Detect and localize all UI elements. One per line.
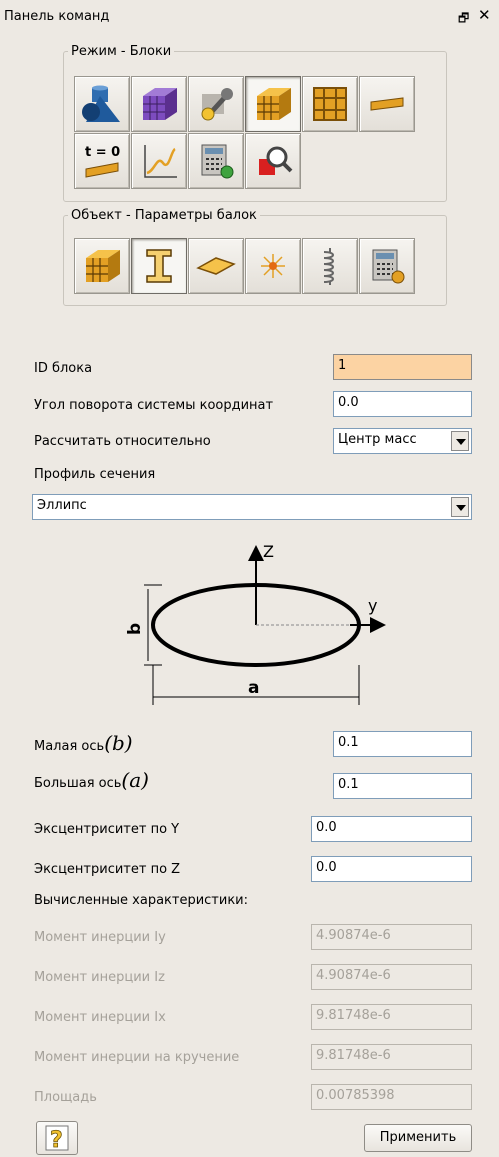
point-button[interactable] xyxy=(245,238,301,294)
svg-text:?: ? xyxy=(50,1128,63,1153)
blocks-cube-icon xyxy=(86,250,120,282)
apply-button[interactable]: Применить xyxy=(364,1124,472,1152)
blocks-cube-icon xyxy=(257,88,291,120)
ecc-z-label: Эксцентриситет по Z xyxy=(34,862,181,877)
major-axis-label: Большая ось(a) xyxy=(34,768,149,792)
minor-axis-field[interactable]: 0.1 xyxy=(333,731,472,757)
iz-field: 4.90874e-6 xyxy=(311,964,472,990)
relative-label: Рассчитать относительно xyxy=(34,434,211,449)
computed-heading: Вычисленные характеристики: xyxy=(34,893,249,908)
block-id-label: ID блока xyxy=(34,361,93,376)
minor-axis-math: (b) xyxy=(104,731,133,755)
major-axis-text: Большая ось xyxy=(34,776,122,791)
geometry-button[interactable] xyxy=(74,76,130,132)
i-beam-icon xyxy=(146,249,172,283)
curve-button[interactable] xyxy=(131,133,187,189)
spring-button[interactable] xyxy=(302,238,358,294)
major-axis-field[interactable]: 0.1 xyxy=(333,773,472,799)
beam-profile-icon xyxy=(370,97,404,111)
help-question-icon: ? xyxy=(45,1125,69,1153)
relative-select-value: Центр масс xyxy=(338,432,417,447)
z-axis-label: Z xyxy=(263,542,274,561)
blocks-button[interactable] xyxy=(245,76,301,132)
shell-diamond-icon xyxy=(196,257,236,275)
close-icon[interactable]: ✕ xyxy=(478,6,491,24)
point-spark-icon xyxy=(261,254,285,278)
mode-group-legend: Режим - Блоки xyxy=(71,44,172,59)
spring-coil-icon xyxy=(323,248,334,285)
panel-title: Панель команд xyxy=(4,9,110,24)
beam-button[interactable] xyxy=(359,76,415,132)
major-axis-math: (a) xyxy=(121,768,149,792)
area-field: 0.00785398 xyxy=(311,1084,472,1110)
beam-params-button[interactable] xyxy=(131,238,187,294)
geometry-shapes-icon xyxy=(82,85,120,122)
t0-label: t = 0 xyxy=(85,145,120,160)
torsion-label: Момент инерции на кручение xyxy=(34,1050,240,1065)
wrench-settings-icon xyxy=(201,88,233,121)
initial-condition-button[interactable]: t = 0 xyxy=(74,133,130,189)
mesh-button[interactable] xyxy=(131,76,187,132)
frame-button[interactable] xyxy=(302,76,358,132)
curve-graph-icon xyxy=(144,145,177,178)
calculator-gear-icon xyxy=(372,249,405,284)
y-axis-label: y xyxy=(368,596,377,615)
profile-select[interactable]: Эллипс xyxy=(32,494,472,520)
obj-blocks-button[interactable] xyxy=(74,238,130,294)
ix-label: Момент инерции Ix xyxy=(34,1010,166,1025)
obj-calculate-button[interactable] xyxy=(359,238,415,294)
object-group-legend: Объект - Параметры балок xyxy=(71,208,257,223)
ecc-z-field[interactable]: 0.0 xyxy=(311,856,472,882)
torsion-field: 9.81748e-6 xyxy=(311,1044,472,1070)
a-dimension-label: a xyxy=(248,678,259,698)
initial-condition-icon: t = 0 xyxy=(85,145,120,178)
minor-axis-text: Малая ось xyxy=(34,739,105,754)
profile-label: Профиль сечения xyxy=(34,467,156,482)
rotation-label: Угол поворота системы координат xyxy=(34,398,274,413)
ix-field: 9.81748e-6 xyxy=(311,1004,472,1030)
inspect-button[interactable] xyxy=(245,133,301,189)
iz-label: Момент инерции Iz xyxy=(34,970,165,985)
profile-select-value: Эллипс xyxy=(37,498,87,513)
ecc-y-field[interactable]: 0.0 xyxy=(311,816,472,842)
b-dimension-label: b xyxy=(125,623,145,635)
rotation-field[interactable]: 0.0 xyxy=(333,391,472,417)
shell-button[interactable] xyxy=(188,238,244,294)
area-label: Площадь xyxy=(34,1090,97,1105)
relative-select[interactable]: Центр масс xyxy=(333,428,472,454)
grid-frame-icon xyxy=(313,87,347,121)
block-id-field[interactable]: 1 xyxy=(333,354,472,380)
iy-field: 4.90874e-6 xyxy=(311,924,472,950)
float-window-icon[interactable]: 🗗 xyxy=(458,9,469,30)
calculate-button[interactable] xyxy=(188,133,244,189)
ecc-y-label: Эксцентриситет по Y xyxy=(34,822,180,837)
minor-axis-label: Малая ось(b) xyxy=(34,731,133,755)
settings-button[interactable] xyxy=(188,76,244,132)
iy-label: Момент инерции Iy xyxy=(34,930,166,945)
ellipse-section-diagram: Z y b a xyxy=(125,542,386,705)
chevron-down-icon[interactable] xyxy=(451,497,469,517)
magnifier-inspect-icon xyxy=(259,146,293,175)
mesh-cube-purple-icon xyxy=(143,88,177,120)
calculator-gear-icon xyxy=(201,144,234,179)
chevron-down-icon[interactable] xyxy=(451,431,469,451)
help-button[interactable]: ? xyxy=(36,1121,78,1155)
